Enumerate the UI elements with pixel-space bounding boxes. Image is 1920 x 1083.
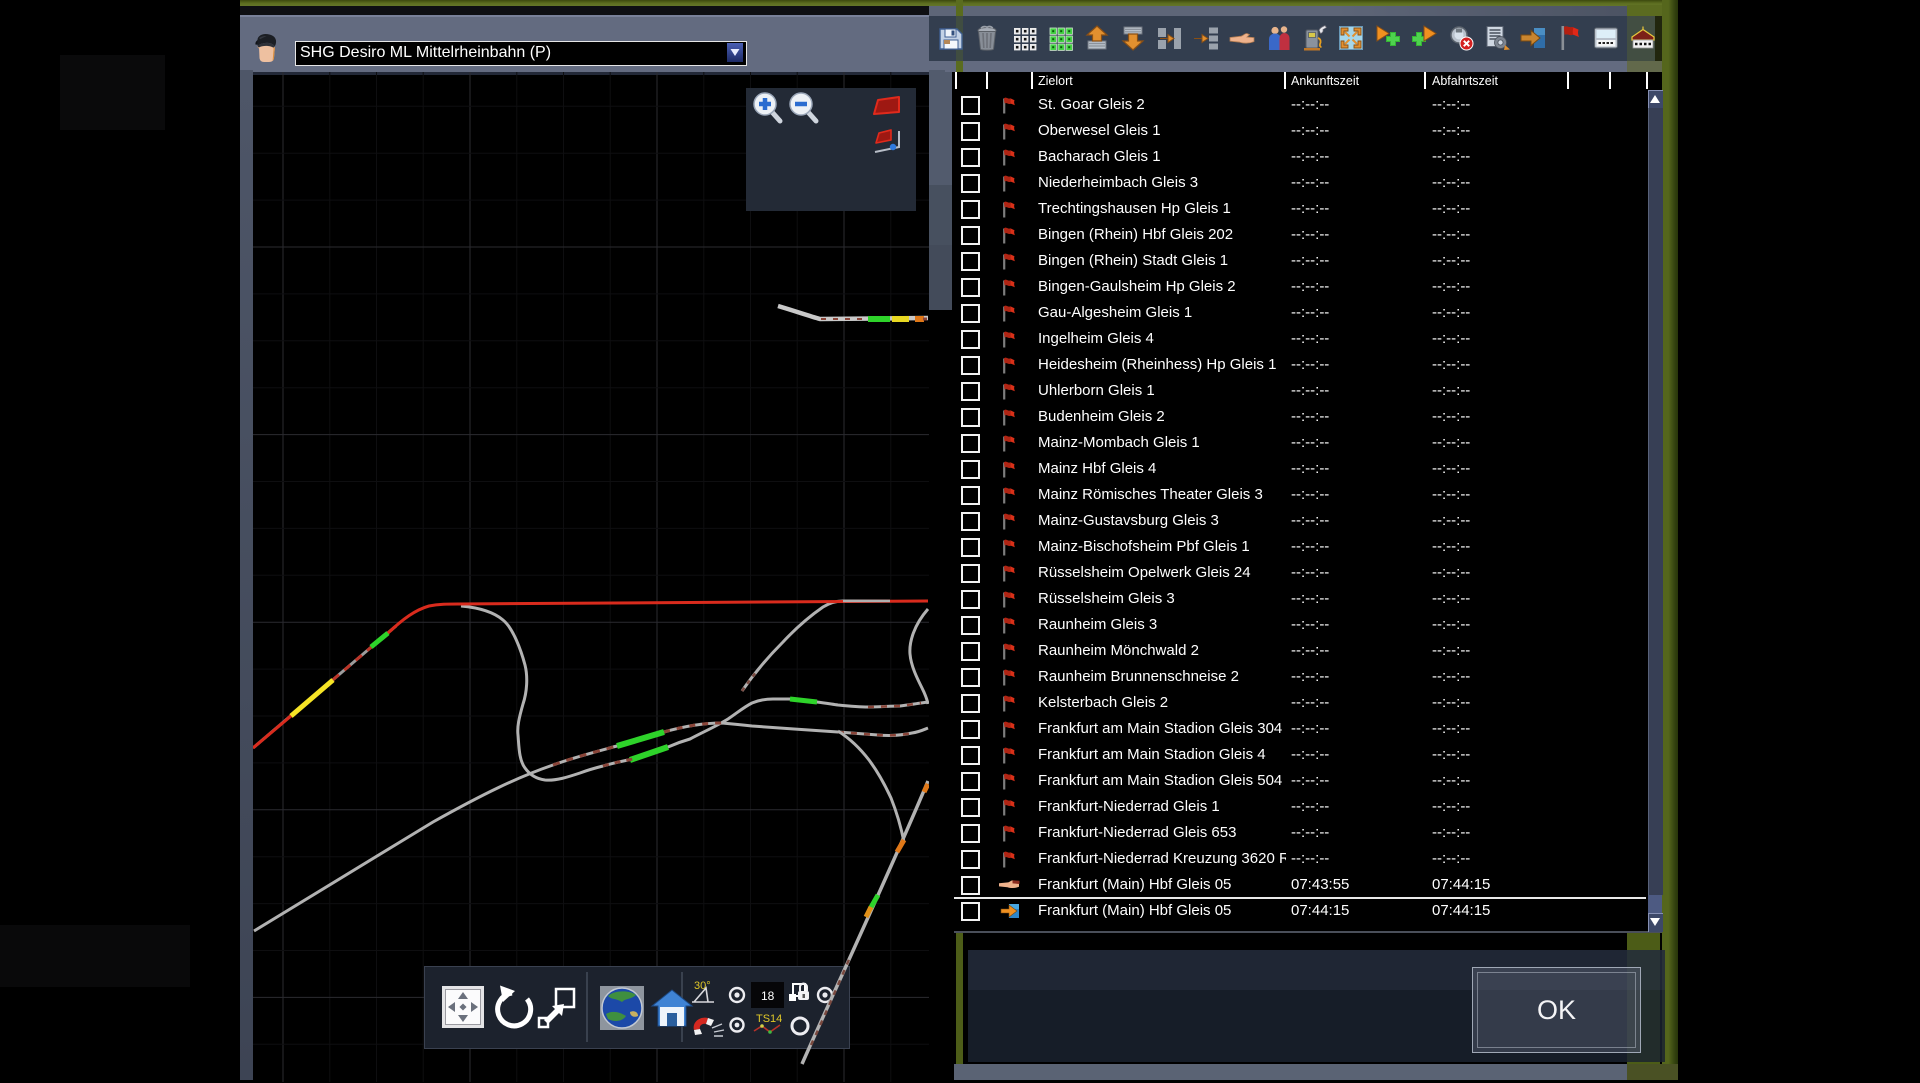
svg-text:30°: 30° <box>694 980 711 992</box>
svg-text:18: 18 <box>761 989 775 1003</box>
svg-text:TS14: TS14 <box>756 1013 782 1025</box>
